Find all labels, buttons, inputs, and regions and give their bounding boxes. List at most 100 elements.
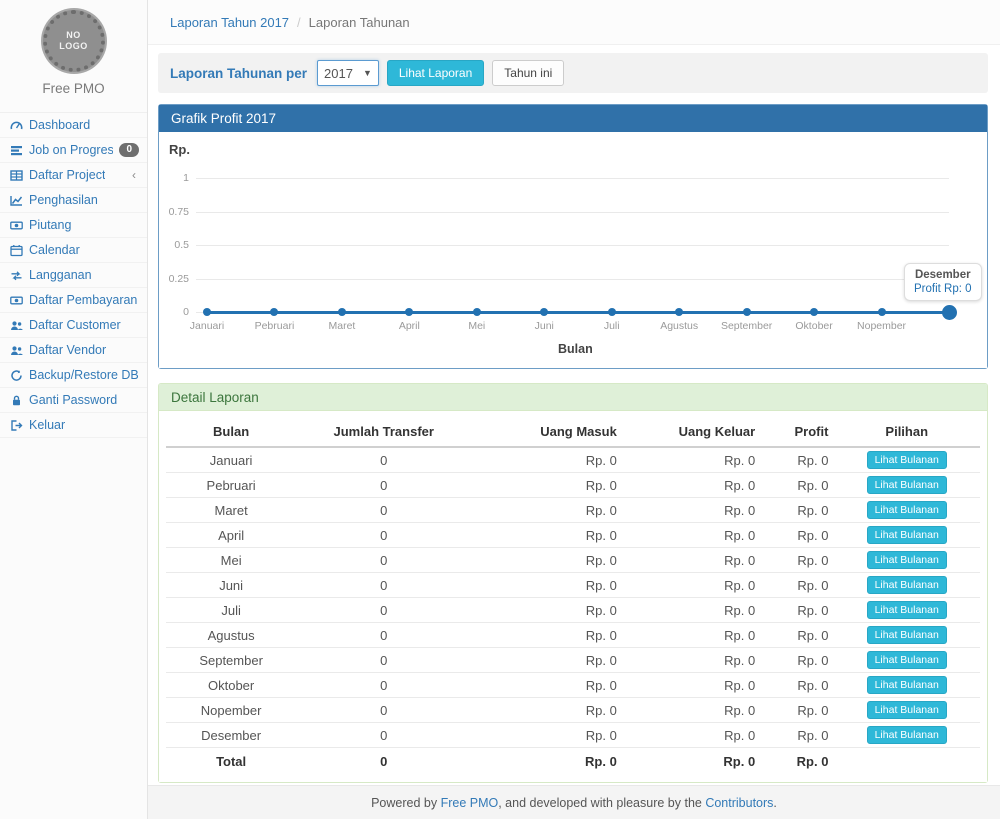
- sidebar-item-label: Daftar Project: [29, 168, 105, 182]
- view-monthly-button[interactable]: Lihat Bulanan: [867, 626, 947, 644]
- sidebar-item-calendar[interactable]: Calendar: [0, 238, 147, 263]
- sidebar-item-label: Ganti Password: [29, 393, 117, 407]
- view-monthly-button[interactable]: Lihat Bulanan: [867, 676, 947, 694]
- line-chart-icon: [9, 194, 23, 207]
- cell-uang-masuk: Rp. 0: [471, 648, 622, 673]
- cell-action: Lihat Bulanan: [833, 598, 980, 623]
- dashboard-icon: [9, 119, 23, 132]
- refresh-icon: [9, 369, 23, 382]
- sidebar-item-penghasilan[interactable]: Penghasilan: [0, 188, 147, 213]
- free-pmo-link[interactable]: Free PMO: [441, 796, 499, 810]
- sidebar-item-label: Piutang: [29, 218, 71, 232]
- sidebar-item-label: Daftar Pembayaran: [29, 293, 137, 307]
- data-point-juni[interactable]: [540, 308, 548, 316]
- sidebar-item-job-on-progress[interactable]: Job on Progress 0: [0, 138, 147, 163]
- x-axis-tick: Agustus: [643, 320, 715, 332]
- data-point-oktober[interactable]: [810, 308, 818, 316]
- cell-uang-keluar: Rp. 0: [622, 598, 760, 623]
- cell-uang-masuk: Rp. 0: [471, 598, 622, 623]
- money-icon: [9, 219, 23, 232]
- cell-uang-masuk: Rp. 0: [471, 523, 622, 548]
- x-axis-tick: Maret: [306, 320, 378, 332]
- view-monthly-button[interactable]: Lihat Bulanan: [867, 526, 947, 544]
- table-row: Agustus0Rp. 0Rp. 0Rp. 0Lihat Bulanan: [166, 623, 980, 648]
- data-point-maret[interactable]: [338, 308, 346, 316]
- cell-month: Juni: [166, 573, 296, 598]
- cell-profit: Rp. 0: [760, 498, 833, 523]
- x-axis-tick: Juli: [576, 320, 648, 332]
- view-monthly-button[interactable]: Lihat Bulanan: [867, 551, 947, 569]
- table-row: Nopember0Rp. 0Rp. 0Rp. 0Lihat Bulanan: [166, 698, 980, 723]
- cell-profit: Rp. 0: [760, 648, 833, 673]
- table-row: Januari0Rp. 0Rp. 0Rp. 0Lihat Bulanan: [166, 447, 980, 473]
- view-monthly-button[interactable]: Lihat Bulanan: [867, 501, 947, 519]
- cell-uang-keluar: Rp. 0: [622, 723, 760, 748]
- breadcrumb-link[interactable]: Laporan Tahun 2017: [170, 15, 289, 30]
- cell-uang-keluar: Rp. 0: [622, 698, 760, 723]
- y-axis-title: Rp.: [169, 142, 190, 157]
- cell-uang-masuk: Rp. 0: [471, 573, 622, 598]
- sidebar-item-daftar-vendor[interactable]: Daftar Vendor: [0, 338, 147, 363]
- contributors-link[interactable]: Contributors: [705, 796, 773, 810]
- chevron-left-icon: ‹: [132, 168, 139, 182]
- chart-panel-title: Grafik Profit 2017: [159, 105, 987, 132]
- sign-out-icon: [9, 419, 23, 432]
- data-point-september[interactable]: [743, 308, 751, 316]
- table-row: Mei0Rp. 0Rp. 0Rp. 0Lihat Bulanan: [166, 548, 980, 573]
- y-axis-tick: 1: [159, 172, 189, 184]
- tasks-icon: [9, 144, 23, 157]
- sidebar-item-backup-restore-db[interactable]: Backup/Restore DB: [0, 363, 147, 388]
- view-monthly-button[interactable]: Lihat Bulanan: [867, 601, 947, 619]
- cell-month: Nopember: [166, 698, 296, 723]
- sidebar-item-dashboard[interactable]: Dashboard: [0, 113, 147, 138]
- sidebar-item-daftar-project[interactable]: Daftar Project ‹: [0, 163, 147, 188]
- view-monthly-button[interactable]: Lihat Bulanan: [867, 576, 947, 594]
- sidebar-item-keluar[interactable]: Keluar: [0, 413, 147, 438]
- users-icon: [9, 344, 23, 357]
- cell-uang-keluar: Rp. 0: [622, 648, 760, 673]
- table-row: Maret0Rp. 0Rp. 0Rp. 0Lihat Bulanan: [166, 498, 980, 523]
- detail-panel-title: Detail Laporan: [159, 384, 987, 411]
- sidebar: NO LOGO Free PMO Dashboard Job on Progre…: [0, 0, 148, 819]
- table-row: Juni0Rp. 0Rp. 0Rp. 0Lihat Bulanan: [166, 573, 980, 598]
- view-monthly-button[interactable]: Lihat Bulanan: [867, 476, 947, 494]
- sidebar-item-label: Daftar Vendor: [29, 343, 106, 357]
- cell-profit: Rp. 0: [760, 523, 833, 548]
- cell-jumlah-transfer: 0: [296, 648, 471, 673]
- cell-profit: Rp. 0: [760, 673, 833, 698]
- view-monthly-button[interactable]: Lihat Bulanan: [867, 701, 947, 719]
- data-point-desember[interactable]: [942, 305, 957, 320]
- data-point-pebruari[interactable]: [270, 308, 278, 316]
- cell-jumlah-transfer: 0: [296, 523, 471, 548]
- data-point-april[interactable]: [405, 308, 413, 316]
- cell-uang-keluar: Rp. 0: [622, 623, 760, 648]
- data-point-januari[interactable]: [203, 308, 211, 316]
- table-row: Juli0Rp. 0Rp. 0Rp. 0Lihat Bulanan: [166, 598, 980, 623]
- sidebar-item-ganti-password[interactable]: Ganti Password: [0, 388, 147, 413]
- view-report-button[interactable]: Lihat Laporan: [387, 60, 484, 86]
- sidebar-item-daftar-customer[interactable]: Daftar Customer: [0, 313, 147, 338]
- view-monthly-button[interactable]: Lihat Bulanan: [867, 726, 947, 744]
- sidebar-item-piutang[interactable]: Piutang: [0, 213, 147, 238]
- this-year-button[interactable]: Tahun ini: [492, 60, 564, 86]
- x-axis-tick: September: [711, 320, 783, 332]
- cell-uang-masuk: Rp. 0: [471, 673, 622, 698]
- data-point-agustus[interactable]: [675, 308, 683, 316]
- view-monthly-button[interactable]: Lihat Bulanan: [867, 651, 947, 669]
- cell-month: Agustus: [166, 623, 296, 648]
- data-point-nopember[interactable]: [878, 308, 886, 316]
- cell-month: Desember: [166, 723, 296, 748]
- table-row: September0Rp. 0Rp. 0Rp. 0Lihat Bulanan: [166, 648, 980, 673]
- sidebar-item-langganan[interactable]: Langganan: [0, 263, 147, 288]
- x-axis-tick: Oktober: [778, 320, 850, 332]
- cell-jumlah-transfer: 0: [296, 548, 471, 573]
- view-monthly-button[interactable]: Lihat Bulanan: [867, 451, 947, 469]
- data-point-juli[interactable]: [608, 308, 616, 316]
- y-axis-tick: 0.75: [159, 206, 189, 218]
- cell-uang-masuk: Rp. 0: [471, 473, 622, 498]
- y-axis-tick: 0: [159, 306, 189, 318]
- data-point-mei[interactable]: [473, 308, 481, 316]
- cell-uang-masuk: Rp. 0: [471, 698, 622, 723]
- year-select[interactable]: 2017 ▼: [317, 60, 379, 86]
- sidebar-item-daftar-pembayaran[interactable]: Daftar Pembayaran: [0, 288, 147, 313]
